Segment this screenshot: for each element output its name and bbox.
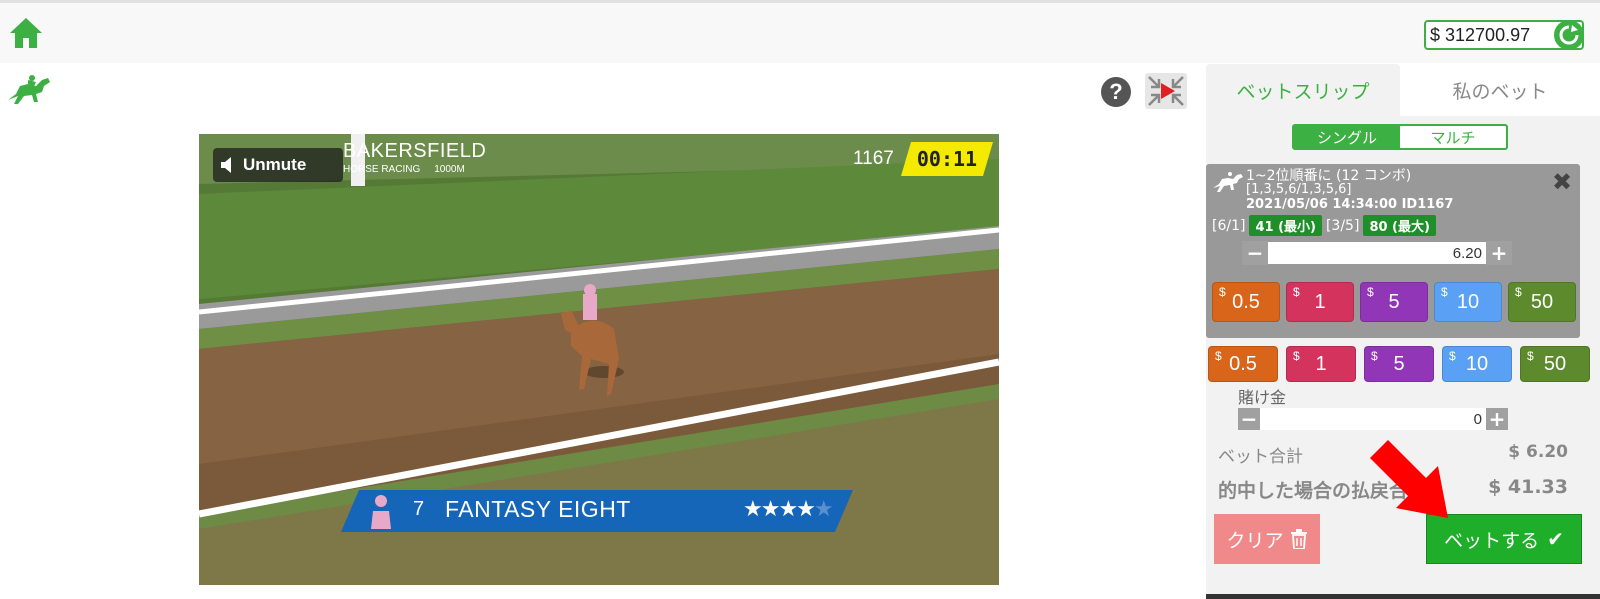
chip-value: 1 <box>1315 352 1327 375</box>
unmute-label: Unmute <box>243 155 307 174</box>
home-icon[interactable] <box>8 15 44 51</box>
place-bet-label: ベットする <box>1444 529 1540 552</box>
clear-button[interactable]: クリア <box>1214 514 1320 564</box>
leader-name: FANTASY EIGHT <box>445 496 631 522</box>
potential-win-label: 的中した場合の払戻合計 <box>1218 480 1428 502</box>
chip-button[interactable]: $1 <box>1286 346 1356 382</box>
leader-rating: ★★★★★ <box>743 497 832 522</box>
check-icon: ✔ <box>1547 527 1564 551</box>
chip-currency: $ <box>1371 349 1378 363</box>
balance-display: $ 312700.97 <box>1424 20 1584 50</box>
chip-value: 1 <box>1314 290 1326 313</box>
card-chip-row: $0.5 $1 $5 $10 $50 <box>1212 282 1576 322</box>
chip-button[interactable]: $50 <box>1508 282 1576 322</box>
betslip-tabs: ベットスリップ 私のベット <box>1206 64 1600 116</box>
timer-value: 00:11 <box>916 147 978 171</box>
chip-currency: $ <box>1367 285 1374 299</box>
chip-button[interactable]: $0.5 <box>1212 282 1280 322</box>
bet-selection: [1,3,5,6/1,3,5,6] <box>1246 182 1352 197</box>
chip-currency: $ <box>1293 285 1300 299</box>
plus-icon[interactable]: + <box>1486 241 1512 265</box>
bet-card: 1~2位順番に (12 コンボ) [1,3,5,6/1,3,5,6] 2021/… <box>1206 164 1580 338</box>
horse-icon <box>1213 172 1243 192</box>
rating-empty-star: ★ <box>813 497 832 522</box>
race-id: 1167 <box>853 148 894 169</box>
odds-high-label: [3/5] <box>1325 217 1360 234</box>
tab-betslip[interactable]: ベットスリップ <box>1206 64 1400 116</box>
speaker-icon <box>221 157 231 173</box>
balance-value: $ 312700.97 <box>1430 24 1531 45</box>
potential-win-row: 的中した場合の払戻合計 $ 41.33 <box>1218 476 1568 503</box>
unmute-button[interactable]: Unmute <box>213 148 343 182</box>
track-subtitle: HORSE RACING 1000M <box>343 164 465 175</box>
odds-low-badge: 41 (最小) <box>1249 215 1322 236</box>
chip-value: 5 <box>1388 290 1400 313</box>
bet-stake-stepper: − 6.20 + <box>1242 241 1512 265</box>
trash-icon <box>1290 529 1307 549</box>
track-distance: 1000M <box>434 164 465 175</box>
stake-label: 賭け金 <box>1238 388 1287 407</box>
chip-button[interactable]: $10 <box>1434 282 1502 322</box>
main-chip-row: $0.5 $1 $5 $10 $50 <box>1208 346 1590 382</box>
track-type: HORSE RACING <box>343 164 421 175</box>
plus-icon[interactable]: + <box>1486 407 1508 431</box>
collapse-video-icon[interactable] <box>1145 73 1187 109</box>
bet-stake-input[interactable]: 6.20 <box>1268 242 1486 264</box>
chip-value: 10 <box>1465 352 1489 375</box>
top-bar: $ 312700.97 <box>0 0 1600 63</box>
chip-value: 0.5 <box>1232 290 1260 313</box>
chip-currency: $ <box>1215 349 1222 363</box>
chip-button[interactable]: $5 <box>1364 346 1434 382</box>
chip-currency: $ <box>1293 349 1300 363</box>
track-name: BAKERSFIELD <box>343 140 487 162</box>
total-value: $ 6.20 <box>1508 442 1568 462</box>
chip-value: 10 <box>1456 290 1480 313</box>
leader-number: 7 <box>413 498 425 520</box>
chip-button[interactable]: $1 <box>1286 282 1354 322</box>
total-label: ベット合計 <box>1218 447 1303 467</box>
stake-stepper: − 0 + <box>1238 407 1508 431</box>
bottom-strip <box>1206 594 1600 599</box>
leader-banner: 7 FANTASY EIGHT ★★★★★ <box>341 490 853 532</box>
chip-value: 5 <box>1393 352 1405 375</box>
jockey-icon <box>363 493 399 529</box>
chip-currency: $ <box>1515 285 1522 299</box>
chip-value: 0.5 <box>1229 352 1257 375</box>
chip-currency: $ <box>1441 285 1448 299</box>
chip-currency: $ <box>1527 349 1534 363</box>
betslip-panel: シングル マルチ 1~2位順番に (12 コンボ) [1,3,5,6/1,3,5… <box>1206 116 1600 599</box>
chip-button[interactable]: $50 <box>1520 346 1590 382</box>
chip-button[interactable]: $10 <box>1442 346 1512 382</box>
chip-currency: $ <box>1219 285 1226 299</box>
stake-input[interactable]: 0 <box>1260 408 1486 430</box>
close-icon[interactable]: ✖ <box>1552 168 1572 196</box>
refresh-balance-icon[interactable] <box>1554 20 1584 50</box>
race-video[interactable]: Unmute BAKERSFIELD HORSE RACING 1000M 11… <box>199 134 999 585</box>
chip-value: 50 <box>1530 290 1554 313</box>
help-icon[interactable]: ? <box>1101 77 1131 107</box>
bet-mode-toggle: シングル マルチ <box>1292 124 1508 150</box>
rating-filled-stars: ★★★★ <box>743 497 814 522</box>
chip-value: 50 <box>1543 352 1567 375</box>
tab-mybets[interactable]: 私のベット <box>1400 64 1600 116</box>
odds-low-label: [6/1] <box>1212 217 1246 234</box>
countdown-timer: 00:11 <box>901 142 993 176</box>
place-bet-button[interactable]: ベットする ✔ <box>1426 514 1582 564</box>
clear-label: クリア <box>1226 529 1284 552</box>
minus-icon[interactable]: − <box>1242 241 1268 265</box>
mode-multi-button[interactable]: マルチ <box>1400 126 1506 148</box>
bet-odds: [6/1] 41 (最小) [3/5] 80 (最大) <box>1212 215 1436 236</box>
chip-currency: $ <box>1449 349 1456 363</box>
potential-win-value: $ 41.33 <box>1488 476 1568 498</box>
total-row: ベット合計 $ 6.20 <box>1218 442 1568 467</box>
horse-racing-icon[interactable] <box>6 72 52 108</box>
mode-single-button[interactable]: シングル <box>1294 126 1400 148</box>
odds-high-badge: 80 (最大) <box>1363 215 1436 236</box>
chip-button[interactable]: $5 <box>1360 282 1428 322</box>
minus-icon[interactable]: − <box>1238 407 1260 431</box>
chip-button[interactable]: $0.5 <box>1208 346 1278 382</box>
bet-datetime: 2021/05/06 14:34:00 ID1167 <box>1246 197 1454 212</box>
